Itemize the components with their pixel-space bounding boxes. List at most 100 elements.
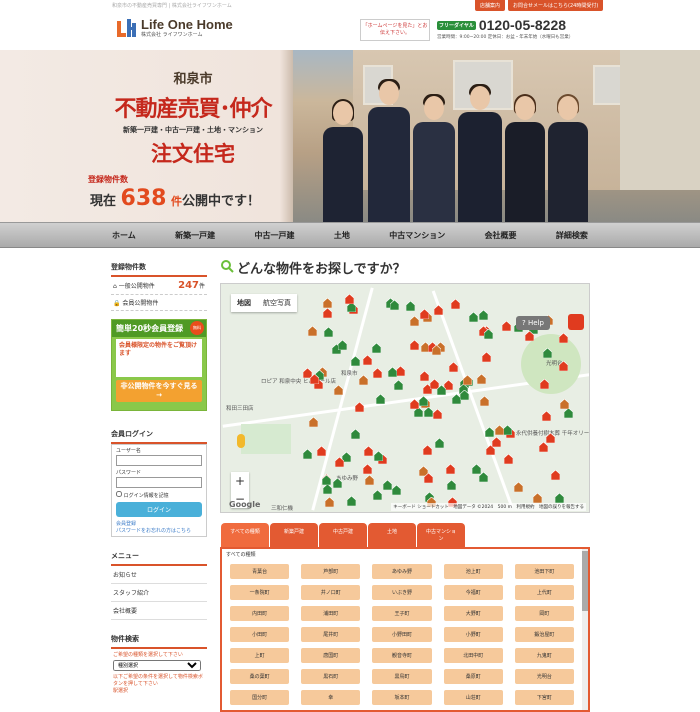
property-pin-icon[interactable] bbox=[310, 369, 320, 385]
property-pin-icon[interactable] bbox=[323, 322, 334, 338]
property-pin-icon[interactable] bbox=[483, 324, 494, 339]
register-link[interactable]: 会員登録 bbox=[116, 520, 202, 527]
property-pin-icon[interactable] bbox=[503, 449, 513, 465]
property-pin-icon[interactable] bbox=[358, 370, 369, 385]
property-pin-icon[interactable] bbox=[550, 465, 561, 481]
nav-company[interactable]: 会社概要 bbox=[483, 223, 519, 247]
property-pin-icon[interactable] bbox=[391, 480, 402, 496]
property-pin-icon[interactable] bbox=[422, 440, 433, 456]
property-pin-icon[interactable] bbox=[362, 350, 373, 365]
username-input[interactable] bbox=[116, 455, 202, 466]
property-pin-icon[interactable] bbox=[333, 473, 343, 489]
area-scrollbar[interactable] bbox=[582, 549, 588, 710]
property-pin-icon[interactable] bbox=[334, 452, 345, 467]
property-pin-icon[interactable] bbox=[383, 475, 393, 491]
property-pin-icon[interactable] bbox=[558, 328, 569, 344]
property-pin-icon[interactable] bbox=[558, 356, 569, 371]
area-cell[interactable]: 王子町 bbox=[372, 606, 432, 621]
property-pin-icon[interactable] bbox=[409, 394, 419, 409]
property-pin-icon[interactable] bbox=[447, 492, 458, 508]
map-tab-map[interactable]: 地図 bbox=[231, 294, 257, 312]
property-pin-icon[interactable] bbox=[322, 293, 333, 309]
menu-company[interactable]: 会社概要 bbox=[111, 602, 207, 620]
area-cell[interactable]: 坂本町 bbox=[372, 690, 432, 705]
property-pin-icon[interactable] bbox=[542, 406, 552, 421]
property-pin-icon[interactable] bbox=[362, 459, 373, 475]
property-pin-icon[interactable] bbox=[354, 397, 365, 413]
area-cell[interactable]: 青葉台 bbox=[230, 564, 290, 579]
property-pin-icon[interactable] bbox=[502, 420, 513, 436]
nav-new-house[interactable]: 新築一戸建 bbox=[173, 223, 217, 247]
area-cell[interactable]: 岡町 bbox=[514, 606, 574, 621]
menu-staff[interactable]: スタッフ紹介 bbox=[111, 584, 207, 602]
area-cell[interactable]: 北田中町 bbox=[443, 648, 503, 663]
property-pin-icon[interactable] bbox=[446, 475, 457, 491]
area-cell[interactable]: 小野田町 bbox=[372, 627, 432, 642]
property-pin-icon[interactable] bbox=[406, 296, 416, 311]
property-pin-icon[interactable] bbox=[476, 369, 487, 385]
property-pin-icon[interactable] bbox=[435, 433, 445, 449]
zoom-in-button[interactable]: + bbox=[231, 472, 249, 490]
property-pin-icon[interactable] bbox=[434, 300, 444, 315]
property-pin-icon[interactable] bbox=[409, 311, 420, 327]
map-tab-satellite[interactable]: 航空写真 bbox=[257, 294, 297, 312]
record-icon[interactable] bbox=[568, 314, 584, 330]
remember-checkbox[interactable] bbox=[116, 491, 122, 497]
property-pin-icon[interactable] bbox=[323, 303, 333, 319]
property-pin-icon[interactable] bbox=[389, 295, 400, 310]
property-pin-icon[interactable] bbox=[426, 492, 437, 508]
property-pin-icon[interactable] bbox=[450, 294, 461, 310]
area-cell[interactable]: 唐国町 bbox=[301, 648, 361, 663]
property-pin-icon[interactable] bbox=[419, 366, 429, 382]
property-pin-icon[interactable] bbox=[532, 488, 543, 503]
property-pin-icon[interactable] bbox=[346, 491, 357, 507]
property-pin-icon[interactable] bbox=[513, 477, 523, 492]
area-cell[interactable]: 内田町 bbox=[230, 606, 290, 621]
area-cell[interactable]: 上代町 bbox=[514, 585, 574, 600]
tab-used-mansion[interactable]: 中古マンション bbox=[417, 523, 465, 547]
area-cell[interactable]: 桑の葉町 bbox=[230, 669, 290, 684]
property-pin-icon[interactable] bbox=[479, 391, 490, 407]
area-cell[interactable]: 井ノ口町 bbox=[301, 585, 361, 600]
property-pin-icon[interactable] bbox=[482, 347, 492, 362]
area-cell[interactable]: 光明台 bbox=[514, 669, 574, 684]
area-cell[interactable]: 観音寺町 bbox=[372, 648, 432, 663]
area-cell[interactable]: 今福町 bbox=[443, 585, 503, 600]
area-cell[interactable]: 桑原町 bbox=[443, 669, 503, 684]
area-cell[interactable]: 池上町 bbox=[443, 564, 503, 579]
area-cell[interactable]: いぶき野 bbox=[372, 585, 432, 600]
property-pin-icon[interactable] bbox=[494, 420, 504, 436]
property-pin-icon[interactable] bbox=[539, 374, 550, 390]
menu-news[interactable]: お知らせ bbox=[111, 566, 207, 584]
property-pin-icon[interactable] bbox=[410, 335, 420, 351]
property-pin-icon[interactable] bbox=[317, 441, 327, 457]
property-pin-icon[interactable] bbox=[484, 422, 495, 437]
property-pin-icon[interactable] bbox=[363, 441, 374, 456]
area-cell[interactable]: 小田町 bbox=[230, 627, 290, 642]
property-pin-icon[interactable] bbox=[376, 389, 386, 405]
property-pin-icon[interactable] bbox=[345, 289, 355, 305]
property-pin-icon[interactable] bbox=[554, 488, 564, 504]
area-cell[interactable]: 尾井町 bbox=[301, 627, 361, 642]
property-pin-icon[interactable] bbox=[478, 305, 488, 320]
property-pin-icon[interactable] bbox=[350, 351, 361, 367]
type-select[interactable]: 種別選択 bbox=[113, 660, 201, 671]
promo-button[interactable]: 非公開物件を今すぐ見る→ bbox=[116, 380, 202, 402]
property-pin-icon[interactable] bbox=[538, 437, 549, 453]
property-pin-icon[interactable] bbox=[324, 492, 335, 508]
property-pin-icon[interactable] bbox=[448, 357, 459, 373]
property-pin-icon[interactable] bbox=[321, 470, 332, 485]
tab-land[interactable]: 土地 bbox=[368, 523, 416, 547]
property-pin-icon[interactable] bbox=[388, 362, 398, 378]
member-count-row[interactable]: 🔒 会員公開物件 bbox=[111, 295, 207, 311]
property-pin-icon[interactable] bbox=[350, 424, 360, 440]
property-pin-icon[interactable] bbox=[433, 404, 443, 420]
area-cell[interactable]: 一条院町 bbox=[230, 585, 290, 600]
property-pin-icon[interactable] bbox=[393, 375, 404, 390]
property-pin-icon[interactable] bbox=[423, 468, 434, 484]
member-promo-banner[interactable]: 簡単20秒会員登録 無料 会員様限定の物件をご覧頂けます 非公開物件を今すぐ見る… bbox=[111, 319, 207, 411]
nav-home[interactable]: ホーム bbox=[110, 223, 138, 247]
property-pin-icon[interactable] bbox=[431, 340, 442, 356]
nav-used-mansion[interactable]: 中古マンション bbox=[387, 223, 447, 247]
login-button[interactable]: ログイン bbox=[116, 502, 202, 517]
